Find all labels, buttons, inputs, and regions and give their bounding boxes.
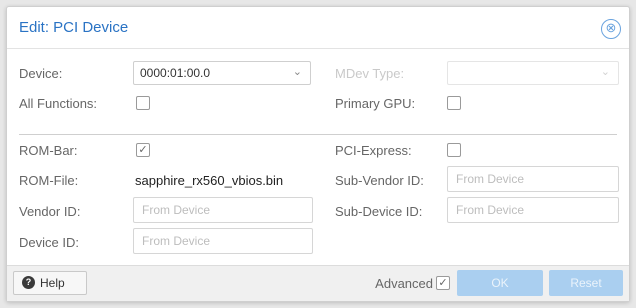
rom-bar-checkbox[interactable]: ✓ xyxy=(136,143,150,157)
primary-gpu-label: Primary GPU: xyxy=(335,96,416,111)
rom-file-value[interactable]: sapphire_rx560_vbios.bin xyxy=(135,173,283,188)
title-bar: Edit: PCI Device ⊗ xyxy=(7,7,629,49)
dialog-footer: ? Help Advanced ✓ OK Reset xyxy=(7,265,629,301)
close-icon[interactable]: ⊗ xyxy=(601,19,621,39)
vendor-id-input[interactable] xyxy=(133,197,313,223)
device-id-label: Device ID: xyxy=(19,235,79,250)
pci-express-checkbox[interactable] xyxy=(447,143,461,157)
device-id-input[interactable] xyxy=(133,228,313,254)
reset-button[interactable]: Reset xyxy=(549,270,623,296)
sub-device-id-label: Sub-Device ID: xyxy=(335,204,423,219)
help-icon: ? xyxy=(22,276,35,289)
sub-vendor-id-input[interactable] xyxy=(447,166,619,192)
device-label: Device: xyxy=(19,66,63,81)
help-label: Help xyxy=(40,276,65,290)
mdev-type-label: MDev Type: xyxy=(335,66,405,81)
advanced-label: Advanced xyxy=(375,276,433,291)
device-select[interactable]: 0000:01:00.0 ⌄ xyxy=(133,61,311,85)
help-button[interactable]: ? Help xyxy=(13,271,87,295)
mdev-type-select: ⌄ xyxy=(447,61,619,85)
edit-pci-device-dialog: Edit: PCI Device ⊗ Device: 0000:01:00.0 … xyxy=(6,6,630,302)
ok-button[interactable]: OK xyxy=(457,270,543,296)
primary-gpu-checkbox[interactable] xyxy=(447,96,461,110)
section-divider xyxy=(19,134,617,135)
all-functions-checkbox[interactable] xyxy=(136,96,150,110)
all-functions-label: All Functions: xyxy=(19,96,98,111)
checkmark-icon: ✓ xyxy=(138,144,148,156)
pci-express-label: PCI-Express: xyxy=(335,143,412,158)
dialog-title: Edit: PCI Device xyxy=(19,19,129,36)
chevron-down-icon: ⌄ xyxy=(600,66,610,78)
sub-device-id-input[interactable] xyxy=(447,197,619,223)
device-select-value: 0000:01:00.0 xyxy=(140,66,211,80)
chevron-down-icon: ⌄ xyxy=(292,66,302,78)
advanced-checkbox[interactable]: ✓ xyxy=(436,276,450,290)
rom-file-label: ROM-File: xyxy=(19,173,79,188)
rom-bar-label: ROM-Bar: xyxy=(19,143,78,158)
sub-vendor-id-label: Sub-Vendor ID: xyxy=(335,173,424,188)
checkmark-icon: ✓ xyxy=(438,277,448,289)
vendor-id-label: Vendor ID: xyxy=(19,204,81,219)
